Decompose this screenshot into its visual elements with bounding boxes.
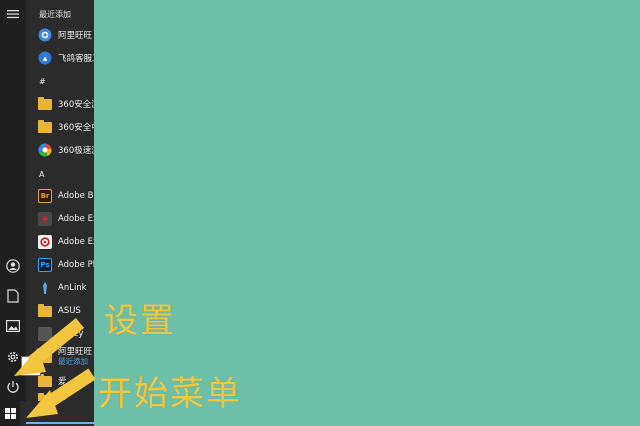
annotation-arrows [14,317,96,418]
annotation-settings-label: 设置 [104,301,176,341]
arrow-to-settings-icon [14,317,85,376]
annotation-start-menu-label: 开始菜单 [98,374,242,414]
arrow-to-start-button-icon [26,368,96,418]
